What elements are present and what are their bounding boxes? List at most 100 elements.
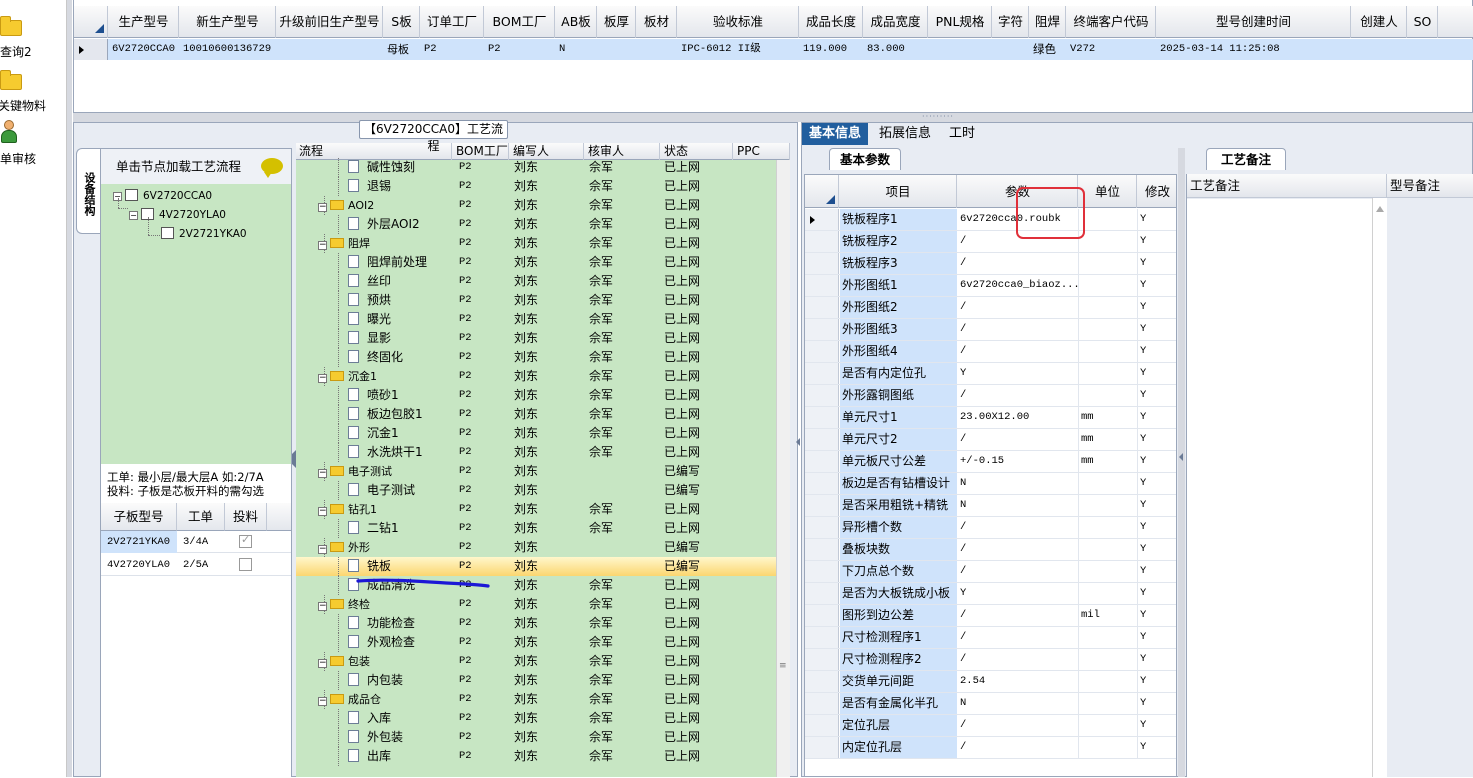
cell-status[interactable]: 已上网 xyxy=(664,291,700,310)
cell-bom-factory[interactable]: P2 xyxy=(459,253,472,272)
col-header[interactable]: 工单 xyxy=(177,503,225,531)
cell-status[interactable]: 已编写 xyxy=(664,462,700,481)
cell-reviewer[interactable]: 佘军 xyxy=(589,405,613,424)
param-row[interactable]: 异形槽个数 / Y xyxy=(805,517,1176,539)
param-row[interactable]: 交货单元间距 2.54 Y xyxy=(805,671,1176,693)
collapse-icon[interactable]: − xyxy=(318,374,327,383)
cell-bom-factory[interactable]: P2 xyxy=(459,728,472,747)
cell-param-modify[interactable]: Y xyxy=(1138,693,1176,714)
cell-flow[interactable]: 内包装 xyxy=(348,671,468,690)
param-row[interactable]: 铣板程序1 6v2720cca0.roubk Y xyxy=(805,209,1176,231)
row-selector[interactable] xyxy=(805,627,839,648)
row-selector[interactable] xyxy=(805,583,839,604)
cell-reviewer[interactable]: 佘军 xyxy=(589,310,613,329)
row-selector[interactable] xyxy=(805,275,839,296)
cell-param-name[interactable]: 是否采用粗铣+精铣 xyxy=(840,495,957,516)
cell-writer[interactable]: 刘东 xyxy=(514,443,538,462)
cell-param-modify[interactable]: Y xyxy=(1138,363,1176,384)
cell-param-unit[interactable] xyxy=(1078,297,1138,318)
cell-param-modify[interactable]: Y xyxy=(1138,583,1176,604)
col-header[interactable]: 生产型号 xyxy=(109,6,179,38)
cell-param-unit[interactable] xyxy=(1078,517,1138,538)
tree-node[interactable]: 2V2721YKA0 xyxy=(161,226,247,242)
cell-flow[interactable]: 退锡 xyxy=(348,177,468,196)
cell-reviewer[interactable]: 佘军 xyxy=(589,177,613,196)
param-row[interactable]: 单元板尺寸公差 +/-0.15 mm Y xyxy=(805,451,1176,473)
cell-flow[interactable]: − 电子测试 xyxy=(318,462,438,481)
col-header-model-notes[interactable]: 型号备注 xyxy=(1386,174,1473,198)
sidebar-item-review[interactable]: 单审核 xyxy=(0,118,66,168)
cell-param-name[interactable]: 铣板程序3 xyxy=(840,253,957,274)
cell-writer[interactable]: 刘东 xyxy=(514,481,538,500)
flow-group-row[interactable]: − 电子测试 P2 刘东 已编写 xyxy=(296,462,776,481)
cell-param-unit[interactable] xyxy=(1078,627,1138,648)
cell-status[interactable]: 已上网 xyxy=(664,253,700,272)
cell-order[interactable]: 3/4A xyxy=(177,531,225,553)
collapse-icon[interactable]: − xyxy=(318,545,327,554)
cell-status[interactable]: 已上网 xyxy=(664,614,700,633)
cell-flow[interactable]: 碱性蚀刻 xyxy=(348,158,468,177)
vertical-scrollbar[interactable]: ≡ xyxy=(776,160,790,777)
cell-flow[interactable]: 曝光 xyxy=(348,310,468,329)
cell-bom-factory[interactable]: P2 xyxy=(459,595,472,614)
row-selector[interactable] xyxy=(805,363,839,384)
cell-param-value[interactable]: / xyxy=(958,253,1078,274)
cell-param-value[interactable]: Y xyxy=(958,583,1078,604)
cell-param-name[interactable]: 外形露铜图纸 xyxy=(840,385,957,406)
cell-flow[interactable]: − 外形 xyxy=(318,538,438,557)
flow-step-row[interactable]: 阻焊前处理 P2 刘东 佘军 已上网 xyxy=(296,253,776,272)
cell-status[interactable]: 已上网 xyxy=(664,215,700,234)
cell-writer[interactable]: 刘东 xyxy=(514,253,538,272)
cell-flow[interactable]: 外层AOI2 xyxy=(348,215,468,234)
cell-reviewer[interactable]: 佘军 xyxy=(589,348,613,367)
cell-param-name[interactable]: 单元尺寸2 xyxy=(840,429,957,450)
flow-step-row[interactable]: 水洗烘干1 P2 刘东 佘军 已上网 xyxy=(296,443,776,462)
cell-status[interactable]: 已编写 xyxy=(664,538,700,557)
collapse-icon[interactable]: − xyxy=(318,203,327,212)
cell-writer[interactable]: 刘东 xyxy=(514,595,538,614)
cell-sub-model[interactable]: 2V2721YKA0 xyxy=(101,531,177,553)
cell-flow[interactable]: 板边包胶1 xyxy=(348,405,468,424)
col-header[interactable]: 字符 xyxy=(993,6,1029,38)
cell-status[interactable]: 已上网 xyxy=(664,386,700,405)
cell-param-modify[interactable]: Y xyxy=(1138,319,1176,340)
cell-param-modify[interactable]: Y xyxy=(1138,517,1176,538)
cell-param-modify[interactable]: Y xyxy=(1138,231,1176,252)
col-header[interactable]: 创建人 xyxy=(1352,6,1407,38)
cell-param-name[interactable]: 外形图纸3 xyxy=(840,319,957,340)
col-header[interactable]: 验收标准 xyxy=(678,6,799,38)
flow-group-row[interactable]: − AOI2 P2 刘东 佘军 已上网 xyxy=(296,196,776,215)
cell-param-unit[interactable] xyxy=(1078,363,1138,384)
cell-param-value[interactable]: 2.54 xyxy=(958,671,1078,692)
row-selector[interactable] xyxy=(805,407,839,428)
cell-bom-factory[interactable]: P2 xyxy=(459,348,472,367)
cell-writer[interactable]: 刘东 xyxy=(514,462,538,481)
cell-param-modify[interactable]: Y xyxy=(1138,209,1176,230)
cell-param-name[interactable]: 交货单元间距 xyxy=(840,671,957,692)
cell-reviewer[interactable]: 佘军 xyxy=(589,519,613,538)
cell-bom-factory[interactable]: P2 xyxy=(459,443,472,462)
cell-bom-factory[interactable]: P2 xyxy=(459,500,472,519)
cell-writer[interactable]: 刘东 xyxy=(514,709,538,728)
flow-step-row[interactable]: 外层AOI2 P2 刘东 佘军 已上网 xyxy=(296,215,776,234)
cell-param-unit[interactable] xyxy=(1078,583,1138,604)
cell-status[interactable]: 已上网 xyxy=(664,633,700,652)
cell-flow[interactable]: 入库 xyxy=(348,709,468,728)
tab-process-notes[interactable]: 工艺备注 xyxy=(1206,148,1286,170)
cell-param-value[interactable]: N xyxy=(958,473,1078,494)
cell-writer[interactable]: 刘东 xyxy=(514,614,538,633)
cell-bom-factory[interactable]: P2 xyxy=(459,481,472,500)
row-selector[interactable] xyxy=(805,715,839,736)
cell-bom-factory[interactable]: P2 xyxy=(459,538,472,557)
cell-param-unit[interactable] xyxy=(1078,231,1138,252)
cell-status[interactable]: 已上网 xyxy=(664,652,700,671)
col-header[interactable]: 终端客户代码 xyxy=(1067,6,1156,38)
row-selector[interactable] xyxy=(805,341,839,362)
cell-model[interactable]: 6V2720CCA0 xyxy=(109,39,179,60)
cell-status[interactable]: 已上网 xyxy=(664,519,700,538)
cell-param-modify[interactable]: Y xyxy=(1138,385,1176,406)
cell-param-name[interactable]: 图形到边公差 xyxy=(840,605,957,626)
cell-flow[interactable]: 阻焊前处理 xyxy=(348,253,468,272)
cell-created-time[interactable]: 2025-03-14 11:25:08 xyxy=(1157,39,1351,60)
col-header-process-notes[interactable]: 工艺备注 xyxy=(1187,174,1386,198)
